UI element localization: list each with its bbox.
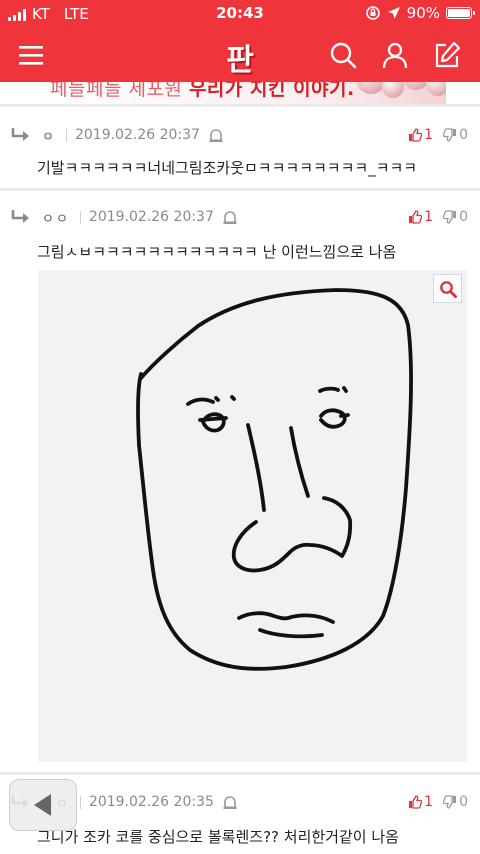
comment-author[interactable]: ㅇ — [42, 126, 56, 145]
back-button[interactable] — [9, 779, 77, 831]
like-count: 1 — [424, 794, 434, 810]
thumbs-down-icon — [443, 210, 457, 224]
comment-date: 2019.02.26 20:37 — [88, 209, 214, 225]
back-arrow-icon — [34, 794, 51, 816]
comment-date: 2019.02.26 20:35 — [88, 794, 214, 810]
comment-text: 그림ㅅㅂㅋㅋㅋㅋㅋㅋㅋㅋㅋㅋㅋㅋ 난 이런느낌으로 나옴 — [37, 243, 397, 261]
top-nav-bar: 판 — [0, 28, 480, 82]
thumbs-up-icon — [409, 128, 423, 142]
user-icon[interactable] — [378, 38, 412, 72]
battery-percent: 90% — [406, 4, 440, 22]
reply-arrow-icon — [11, 128, 29, 141]
location-icon — [387, 7, 400, 19]
like-button[interactable]: 1 — [408, 127, 433, 143]
status-bar: KT LTE 20:43 90% — [0, 0, 480, 28]
dislike-button[interactable]: 0 — [443, 127, 468, 143]
edit-icon[interactable] — [430, 38, 464, 72]
divider — [0, 188, 480, 191]
face-drawing — [136, 288, 413, 671]
dislike-count: 0 — [459, 794, 468, 810]
comment-date: 2019.02.26 20:37 — [74, 127, 200, 143]
like-count: 1 — [424, 209, 434, 225]
dislike-button[interactable]: 0 — [443, 209, 468, 225]
comment-author[interactable]: ㅇㅇ — [42, 208, 70, 227]
dislike-count: 0 — [459, 209, 468, 225]
like-button[interactable]: 1 — [408, 794, 433, 810]
reply-arrow-icon — [11, 210, 29, 223]
thumbs-down-icon — [443, 128, 457, 142]
thumbs-down-icon — [443, 795, 457, 809]
report-icon[interactable] — [208, 127, 224, 143]
thumbs-up-icon — [409, 210, 423, 224]
dislike-button[interactable]: 0 — [443, 794, 468, 810]
like-count: 1 — [424, 127, 434, 143]
banner-ad[interactable]: 페들페들 세포원 우리가 지킨 이야기. — [36, 82, 446, 104]
banner-text: 페들페들 세포원 우리가 지킨 이야기. — [50, 82, 355, 100]
comment-text: 그니가 조카 코를 중심으로 볼록렌즈?? 처리한거같이 나옴 — [37, 828, 399, 846]
report-icon[interactable] — [222, 209, 238, 225]
divider — [0, 104, 480, 107]
comment-text: 기발ㅋㅋㅋㅋㅋㅋ너네그림조카웃ㅁㅋㅋㅋㅋㅋㅋㅋㅋ_ㅋㅋㅋ — [37, 159, 418, 177]
dislike-count: 0 — [459, 127, 468, 143]
battery-icon — [446, 7, 475, 19]
like-button[interactable]: 1 — [408, 209, 433, 225]
orientation-lock-icon — [365, 6, 380, 20]
report-icon[interactable] — [222, 794, 238, 810]
comment-image[interactable] — [38, 270, 467, 762]
divider — [0, 772, 480, 775]
search-icon[interactable] — [326, 38, 360, 72]
thumbs-up-icon — [409, 795, 423, 809]
